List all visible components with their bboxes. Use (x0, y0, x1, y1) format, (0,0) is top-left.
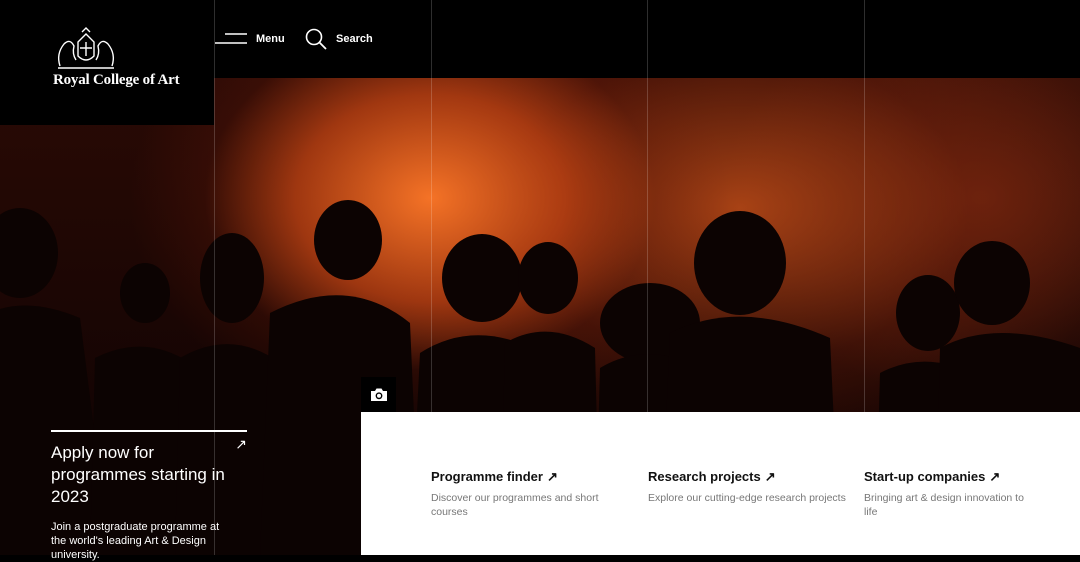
apply-description: Join a postgraduate programme at the wor… (51, 521, 220, 561)
card-description: Discover our programmes and short course… (431, 492, 599, 518)
menu-button[interactable]: Menu (215, 24, 285, 54)
external-arrow-icon: ↗ (989, 469, 1001, 484)
card-description: Bringing art & design innovation to life (864, 492, 1024, 518)
camera-icon (370, 388, 387, 401)
external-arrow-icon: ↗ (764, 469, 776, 484)
apply-now-link[interactable]: ↗ Apply now for programmes starting in 2… (51, 430, 247, 562)
card-description: Explore our cutting-edge research projec… (648, 492, 846, 504)
search-icon (305, 28, 327, 50)
card-title: Programme finder (431, 469, 543, 484)
coat-of-arms-icon (57, 27, 115, 69)
card-startup-companies[interactable]: Start-up companies ↗ Bringing art & desig… (864, 469, 1034, 519)
card-research-projects[interactable]: Research projects ↗ Explore our cutting-e… (648, 469, 848, 505)
image-credit-button[interactable] (361, 377, 396, 412)
logo-wordmark: Royal College of Art (53, 72, 180, 88)
apply-title: Apply now for programmes starting in 202… (51, 443, 225, 506)
hamburger-icon (215, 33, 247, 44)
menu-label: Menu (256, 33, 285, 45)
search-label: Search (336, 33, 373, 45)
scroll-fade (361, 520, 1080, 555)
search-button[interactable]: Search (305, 24, 373, 54)
card-title: Research projects (648, 469, 761, 484)
external-arrow-icon: ↗ (235, 436, 247, 452)
rca-logo[interactable]: Royal College of Art (0, 0, 214, 125)
card-title: Start-up companies (864, 469, 986, 484)
card-programme-finder[interactable]: Programme finder ↗ Discover our programme… (431, 469, 631, 519)
external-arrow-icon: ↗ (546, 469, 558, 484)
